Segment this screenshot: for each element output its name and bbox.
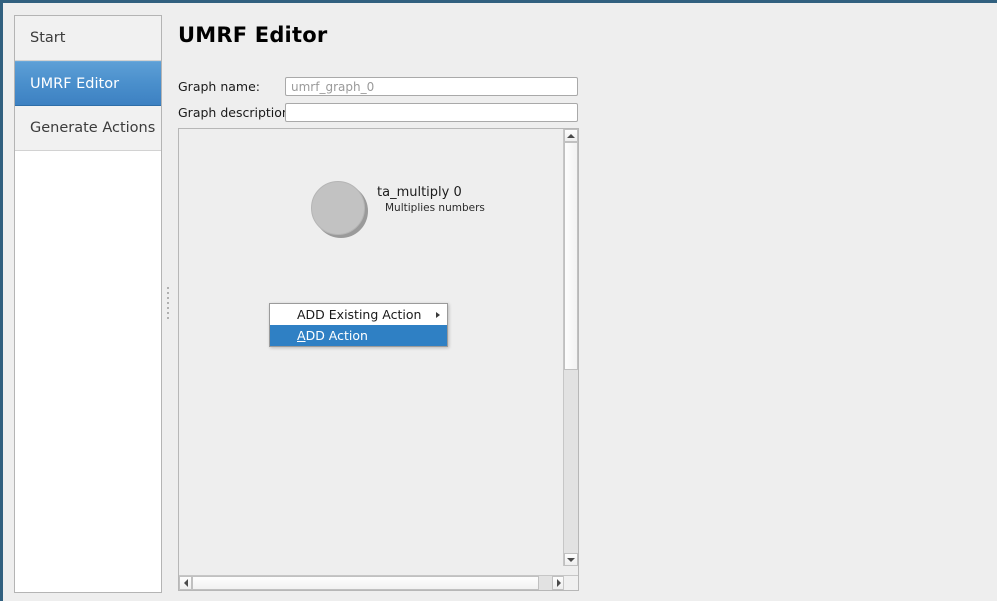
menu-item-add-action[interactable]: A DD Action: [270, 325, 447, 346]
page-title: UMRF Editor: [178, 23, 328, 47]
scrollbar-corner: [563, 575, 578, 590]
triangle-down-icon: [567, 557, 575, 562]
vertical-scroll-track[interactable]: [564, 370, 578, 553]
graph-editor-panel: ta_multiply 0 Multiplies numbers ADD Exi…: [178, 128, 579, 591]
menu-item-mnemonic: A: [297, 328, 306, 343]
graph-description-row: Graph description:: [178, 103, 578, 122]
horizontal-scroll-track[interactable]: [539, 576, 552, 590]
graph-name-row: Graph name:: [178, 77, 578, 96]
chevron-right-icon: [436, 311, 440, 318]
node-subtitle: Multiplies numbers: [385, 202, 485, 214]
sidebar-item-label: Generate Actions: [30, 120, 156, 136]
scroll-left-button[interactable]: [179, 576, 192, 590]
graph-canvas[interactable]: ta_multiply 0 Multiplies numbers ADD Exi…: [179, 129, 565, 566]
scroll-up-button[interactable]: [564, 129, 578, 142]
panel-splitter[interactable]: [165, 15, 171, 593]
horizontal-scrollbar[interactable]: [179, 575, 565, 590]
main-content: UMRF Editor Graph name: Graph descriptio…: [178, 15, 997, 601]
application-window: Start UMRF Editor Generate Actions UMRF …: [0, 0, 997, 601]
sidebar-item-label: UMRF Editor: [30, 75, 120, 92]
graph-description-label: Graph description:: [178, 105, 295, 120]
sidebar: Start UMRF Editor Generate Actions: [14, 15, 162, 593]
triangle-left-icon: [183, 579, 188, 587]
vertical-scrollbar[interactable]: [563, 129, 578, 566]
graph-description-input[interactable]: [285, 103, 578, 122]
node-title: ta_multiply 0: [377, 185, 462, 200]
vertical-scroll-thumb[interactable]: [564, 142, 578, 370]
graph-node-ta-multiply[interactable]: ta_multiply 0 Multiplies numbers: [309, 179, 539, 249]
sidebar-item-generate-actions[interactable]: Generate Actions: [15, 106, 161, 151]
node-circle-icon[interactable]: [311, 181, 365, 235]
sidebar-item-umrf-editor[interactable]: UMRF Editor: [15, 61, 161, 106]
splitter-grip-icon: [167, 287, 169, 321]
menu-item-add-existing-action[interactable]: ADD Existing Action: [270, 304, 447, 325]
graph-name-label: Graph name:: [178, 79, 260, 94]
scroll-down-button[interactable]: [564, 553, 578, 566]
horizontal-scroll-thumb[interactable]: [192, 576, 539, 590]
triangle-up-icon: [567, 133, 575, 138]
graph-name-input[interactable]: [285, 77, 578, 96]
context-menu: ADD Existing Action A DD Action: [269, 303, 448, 347]
sidebar-item-label: Start: [30, 30, 66, 46]
sidebar-item-start[interactable]: Start: [15, 16, 161, 61]
triangle-right-icon: [556, 579, 561, 587]
menu-item-label: ADD Existing Action: [297, 307, 422, 322]
menu-item-label: DD Action: [305, 328, 368, 343]
